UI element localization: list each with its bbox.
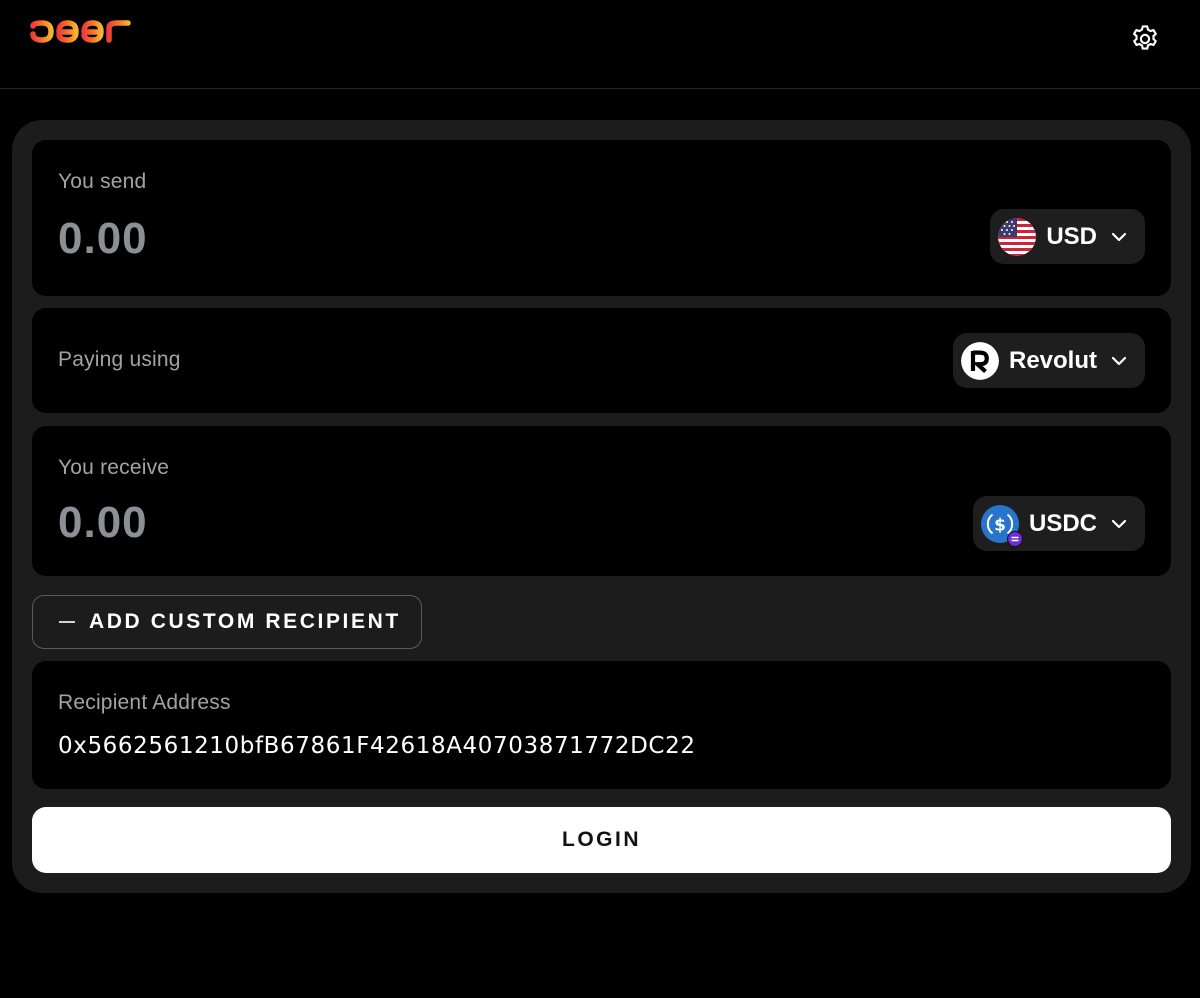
- swap-panel: You send 0.00 USD Paying using Revolut Y…: [12, 120, 1191, 893]
- chevron-down-icon: [1111, 356, 1127, 365]
- recipient-address-card: Recipient Address 0x5662561210bfB67861F4…: [32, 661, 1171, 789]
- send-card: You send 0.00 USD: [32, 140, 1171, 296]
- peer-logo[interactable]: peer: [28, 14, 138, 60]
- receive-label: You receive: [58, 456, 170, 479]
- us-flag-icon: [998, 217, 1037, 256]
- payment-label: Paying using: [58, 348, 181, 371]
- usdc-icon: $: [980, 504, 1023, 547]
- receive-amount: 0.00: [58, 498, 148, 547]
- base-chain-icon: [1006, 530, 1023, 547]
- token-label: USDC: [1028, 509, 1097, 537]
- minus-icon: [59, 621, 75, 623]
- recipient-address-label: Recipient Address: [58, 691, 231, 714]
- add-custom-recipient-label: ADD CUSTOM RECIPIENT: [89, 610, 401, 633]
- receive-card: You receive 0.00 $ USDC: [32, 426, 1171, 576]
- send-amount-input[interactable]: 0.00: [58, 214, 148, 264]
- send-label: You send: [58, 170, 147, 193]
- revolut-icon: [960, 341, 999, 380]
- payment-method-selector[interactable]: Revolut: [952, 333, 1145, 388]
- chevron-down-icon: [1111, 519, 1127, 528]
- payment-method-label: Revolut: [1008, 346, 1097, 374]
- login-button[interactable]: LOGIN: [32, 807, 1171, 873]
- settings-button[interactable]: [1126, 20, 1164, 58]
- top-bar: peer: [0, 0, 1200, 89]
- logo-text: peer: [28, 14, 31, 15]
- token-selector[interactable]: $ USDC: [972, 496, 1145, 551]
- currency-selector[interactable]: USD: [990, 209, 1145, 264]
- gear-icon: [1133, 25, 1157, 50]
- currency-label: USD: [1046, 222, 1097, 250]
- peer-logo-mark: peer: [28, 14, 131, 57]
- recipient-address-input[interactable]: 0x5662561210bfB67861F42618A40703871772DC…: [58, 733, 696, 759]
- svg-text:$: $: [994, 515, 1006, 535]
- add-custom-recipient-button[interactable]: ADD CUSTOM RECIPIENT: [32, 595, 422, 649]
- chevron-down-icon: [1111, 232, 1127, 241]
- login-button-label: LOGIN: [562, 828, 641, 851]
- payment-method-card: Paying using Revolut: [32, 308, 1171, 413]
